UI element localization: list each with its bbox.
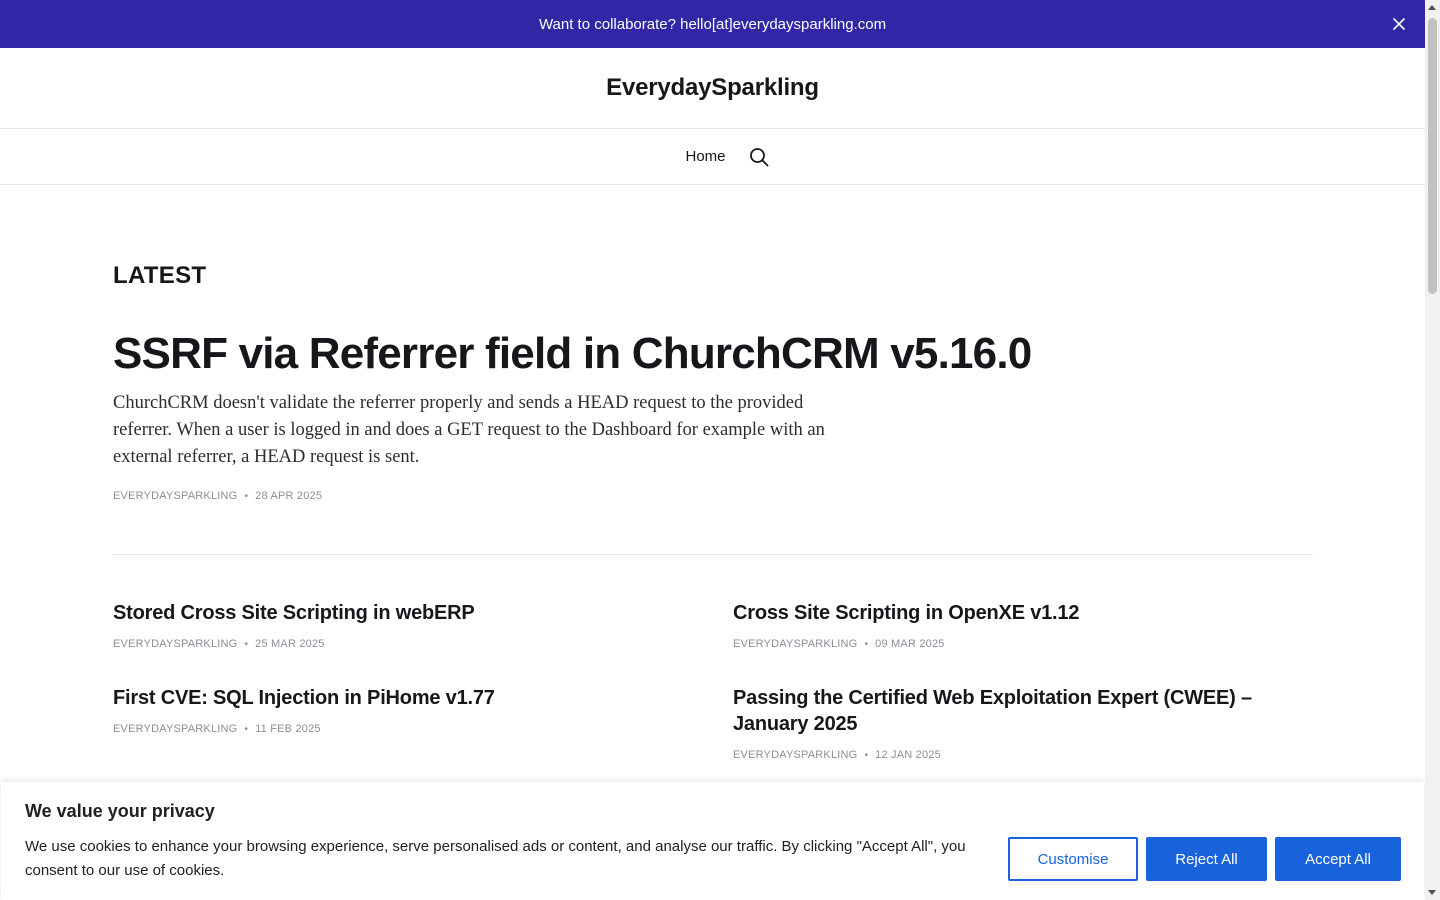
section-title: LATEST: [113, 262, 207, 289]
announcement-text[interactable]: Want to collaborate? hello[at]everydaysp…: [539, 16, 886, 33]
featured-post-meta: EVERYDAYSPARKLING • 28 APR 2025: [113, 490, 322, 502]
site-header: EverydaySparkling: [0, 48, 1425, 129]
post-meta: EVERYDAYSPARKLING • 12 JAN 2025: [733, 749, 1313, 761]
site-title[interactable]: EverydaySparkling: [606, 74, 819, 102]
featured-post-excerpt: ChurchCRM doesn't validate the referrer …: [113, 393, 825, 467]
scroll-up-arrow-icon[interactable]: [1428, 5, 1436, 10]
post-card: Passing the Certified Web Exploitation E…: [733, 685, 1313, 761]
post-author[interactable]: EVERYDAYSPARKLING: [733, 638, 857, 650]
scroll-thumb[interactable]: [1428, 18, 1437, 294]
post-date: 28 APR 2025: [255, 490, 323, 502]
meta-separator: •: [864, 638, 869, 650]
cookie-heading: We value your privacy: [25, 801, 215, 821]
search-icon[interactable]: [748, 146, 770, 168]
featured-post-title[interactable]: SSRF via Referrer field in ChurchCRM v5.…: [113, 326, 1032, 382]
post-card: First CVE: SQL Injection in PiHome v1.77…: [113, 685, 673, 735]
post-meta: EVERYDAYSPARKLING • 11 FEB 2025: [113, 723, 673, 735]
post-date: 09 MAR 2025: [875, 638, 945, 650]
cookie-banner: We value your privacy We use cookies to …: [1, 782, 1424, 900]
post-meta: EVERYDAYSPARKLING • 25 MAR 2025: [113, 638, 673, 650]
post-date: 25 MAR 2025: [255, 638, 325, 650]
page: Want to collaborate? hello[at]everydaysp…: [0, 0, 1425, 900]
divider: [113, 554, 1313, 555]
meta-separator: •: [864, 749, 869, 761]
customise-button[interactable]: Customise: [1008, 837, 1138, 881]
post-author[interactable]: EVERYDAYSPARKLING: [733, 749, 857, 761]
post-author[interactable]: EVERYDAYSPARKLING: [113, 490, 237, 502]
post-author[interactable]: EVERYDAYSPARKLING: [113, 723, 237, 735]
accept-all-button[interactable]: Accept All: [1275, 837, 1401, 881]
post-author[interactable]: EVERYDAYSPARKLING: [113, 638, 237, 650]
post-date: 11 FEB 2025: [255, 723, 321, 735]
meta-separator: •: [244, 638, 249, 650]
post-title[interactable]: Stored Cross Site Scripting in webERP: [113, 600, 673, 626]
close-icon[interactable]: [1389, 14, 1409, 34]
post-title[interactable]: Passing the Certified Web Exploitation E…: [733, 685, 1313, 737]
reject-all-button[interactable]: Reject All: [1146, 837, 1267, 881]
post-card: Stored Cross Site Scripting in webERP EV…: [113, 600, 673, 650]
nav-home-link[interactable]: Home: [685, 148, 725, 165]
scrollbar[interactable]: [1425, 0, 1440, 900]
post-meta: EVERYDAYSPARKLING • 09 MAR 2025: [733, 638, 1293, 650]
post-title[interactable]: First CVE: SQL Injection in PiHome v1.77: [113, 685, 673, 711]
announcement-bar: Want to collaborate? hello[at]everydaysp…: [0, 0, 1425, 48]
post-title[interactable]: Cross Site Scripting in OpenXE v1.12: [733, 600, 1293, 626]
scroll-down-arrow-icon[interactable]: [1428, 890, 1436, 895]
post-date: 12 JAN 2025: [875, 749, 941, 761]
meta-separator: •: [244, 723, 249, 735]
post-card: Cross Site Scripting in OpenXE v1.12 EVE…: [733, 600, 1293, 650]
site-nav: Home: [0, 129, 1425, 185]
cookie-text: We use cookies to enhance your browsing …: [25, 838, 966, 879]
meta-separator: •: [244, 490, 249, 502]
